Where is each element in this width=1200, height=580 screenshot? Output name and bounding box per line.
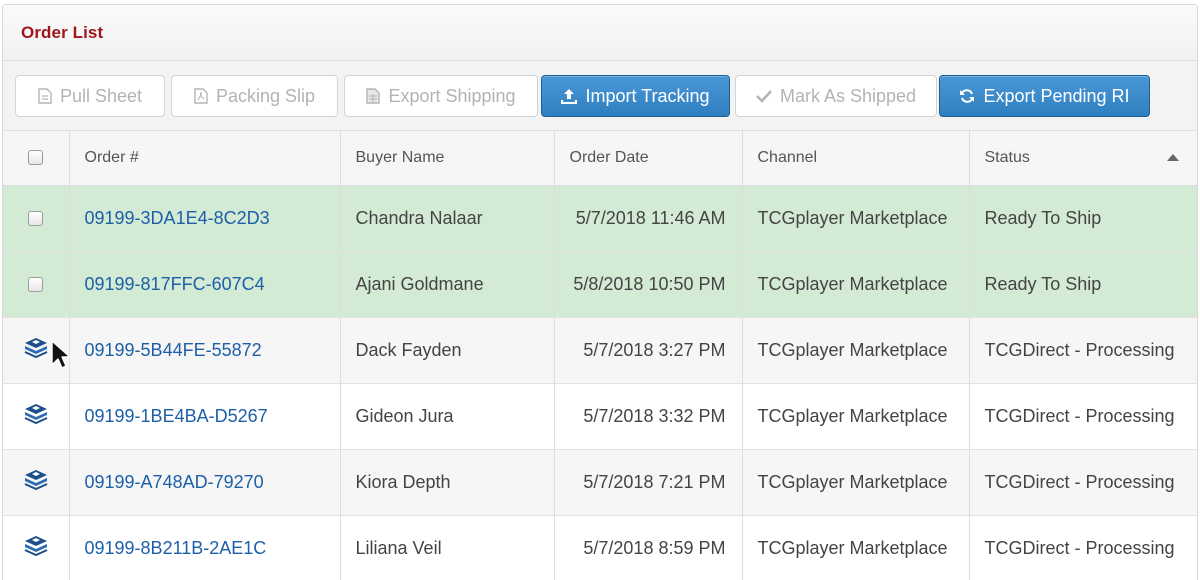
pull-sheet-label: Pull Sheet bbox=[59, 85, 143, 106]
status: Ready To Ship bbox=[969, 251, 1197, 318]
column-header-date[interactable]: Order Date bbox=[554, 131, 743, 186]
order-number-link[interactable]: 09199-3DA1E4-8C2D3 bbox=[85, 208, 270, 228]
upload-icon bbox=[561, 88, 578, 104]
check-icon bbox=[756, 89, 772, 103]
import-tracking-button[interactable]: Import Tracking bbox=[541, 75, 730, 117]
status: TCGDirect - Processing bbox=[969, 515, 1197, 580]
select-all-header bbox=[3, 131, 70, 186]
row-checkbox[interactable] bbox=[28, 211, 44, 227]
orders-table: Order # Buyer Name Order Date Channel St… bbox=[3, 131, 1197, 580]
table-row[interactable]: 09199-3DA1E4-8C2D3 Chandra Nalaar 5/7/20… bbox=[3, 185, 1197, 252]
column-header-buyer[interactable]: Buyer Name bbox=[340, 131, 555, 186]
table-row[interactable]: 09199-817FFC-607C4 Ajani Goldmane 5/8/20… bbox=[3, 251, 1197, 318]
packing-slip-button[interactable]: Packing Slip bbox=[171, 75, 338, 117]
mark-as-shipped-button[interactable]: Mark As Shipped bbox=[735, 75, 937, 117]
table-header-row: Order # Buyer Name Order Date Channel St… bbox=[3, 131, 1197, 186]
pull-sheet-button[interactable]: Pull Sheet bbox=[15, 75, 165, 117]
buyer-name: Ajani Goldmane bbox=[340, 251, 555, 318]
row-select-cell bbox=[3, 185, 70, 252]
order-date: 5/8/2018 10:50 PM bbox=[554, 251, 743, 318]
buyer-name: Kiora Depth bbox=[340, 449, 555, 516]
status: Ready To Ship bbox=[969, 185, 1197, 252]
status: TCGDirect - Processing bbox=[969, 449, 1197, 516]
tcgdirect-box-icon[interactable] bbox=[23, 337, 49, 363]
refresh-icon bbox=[959, 88, 975, 104]
table-row[interactable]: 09199-A748AD-79270 Kiora Depth 5/7/2018 … bbox=[3, 449, 1197, 516]
toolbar: Pull Sheet Packing Slip Export Shipping … bbox=[3, 61, 1197, 131]
tcgdirect-box-icon[interactable] bbox=[23, 403, 49, 429]
spreadsheet-icon bbox=[366, 88, 381, 104]
channel: TCGplayer Marketplace bbox=[742, 251, 970, 318]
export-pending-ri-label: Export Pending RI bbox=[983, 85, 1130, 106]
buyer-name: Liliana Veil bbox=[340, 515, 555, 580]
order-date: 5/7/2018 7:21 PM bbox=[554, 449, 743, 516]
export-shipping-button[interactable]: Export Shipping bbox=[344, 75, 538, 117]
table-row[interactable]: 09199-1BE4BA-D5267 Gideon Jura 5/7/2018 … bbox=[3, 383, 1197, 450]
table-row[interactable]: 09199-8B211B-2AE1C Liliana Veil 5/7/2018… bbox=[3, 515, 1197, 580]
import-tracking-label: Import Tracking bbox=[585, 85, 710, 106]
row-icon-cell bbox=[3, 515, 70, 580]
order-number-link[interactable]: 09199-A748AD-79270 bbox=[85, 472, 264, 492]
order-number-link[interactable]: 09199-5B44FE-55872 bbox=[85, 340, 262, 360]
channel: TCGplayer Marketplace bbox=[742, 515, 970, 580]
status: TCGDirect - Processing bbox=[969, 383, 1197, 450]
buyer-name: Chandra Nalaar bbox=[340, 185, 555, 252]
mouse-pointer-icon bbox=[50, 340, 71, 375]
order-number-link[interactable]: 09199-1BE4BA-D5267 bbox=[85, 406, 268, 426]
channel: TCGplayer Marketplace bbox=[742, 383, 970, 450]
pdf-icon bbox=[194, 88, 208, 104]
panel-heading: Order List bbox=[3, 5, 1197, 61]
buyer-name: Gideon Jura bbox=[340, 383, 555, 450]
order-list-panel: Order List Pull Sheet Packing Slip Expor… bbox=[2, 4, 1198, 580]
column-header-order[interactable]: Order # bbox=[69, 131, 341, 186]
tcgdirect-box-icon[interactable] bbox=[23, 535, 49, 561]
select-all-checkbox[interactable] bbox=[28, 150, 44, 166]
channel: TCGplayer Marketplace bbox=[742, 185, 970, 252]
table-row[interactable]: 09199-5B44FE-55872 Dack Fayden 5/7/2018 … bbox=[3, 317, 1197, 384]
column-header-channel[interactable]: Channel bbox=[742, 131, 970, 186]
order-date: 5/7/2018 11:46 AM bbox=[554, 185, 743, 252]
sort-ascending-icon bbox=[1166, 154, 1179, 161]
tcgdirect-box-icon[interactable] bbox=[23, 469, 49, 495]
mark-as-shipped-label: Mark As Shipped bbox=[779, 85, 917, 106]
export-pending-ri-button[interactable]: Export Pending RI bbox=[939, 75, 1150, 117]
order-number-link[interactable]: 09199-8B211B-2AE1C bbox=[85, 538, 267, 558]
export-shipping-label: Export Shipping bbox=[388, 85, 516, 106]
column-header-status-cell[interactable]: Status bbox=[969, 131, 1197, 186]
document-icon bbox=[38, 88, 52, 104]
order-date: 5/7/2018 3:32 PM bbox=[554, 383, 743, 450]
row-checkbox[interactable] bbox=[28, 277, 44, 293]
packing-slip-label: Packing Slip bbox=[215, 85, 316, 106]
row-icon-cell bbox=[3, 449, 70, 516]
column-header-status: Status bbox=[984, 148, 1030, 166]
order-date: 5/7/2018 8:59 PM bbox=[554, 515, 743, 580]
buyer-name: Dack Fayden bbox=[340, 317, 555, 384]
row-icon-cell bbox=[3, 383, 70, 450]
channel: TCGplayer Marketplace bbox=[742, 317, 970, 384]
panel-title: Order List bbox=[21, 23, 104, 42]
status: TCGDirect - Processing bbox=[969, 317, 1197, 384]
order-number-link[interactable]: 09199-817FFC-607C4 bbox=[85, 274, 265, 294]
row-select-cell bbox=[3, 251, 70, 318]
channel: TCGplayer Marketplace bbox=[742, 449, 970, 516]
order-date: 5/7/2018 3:27 PM bbox=[554, 317, 743, 384]
